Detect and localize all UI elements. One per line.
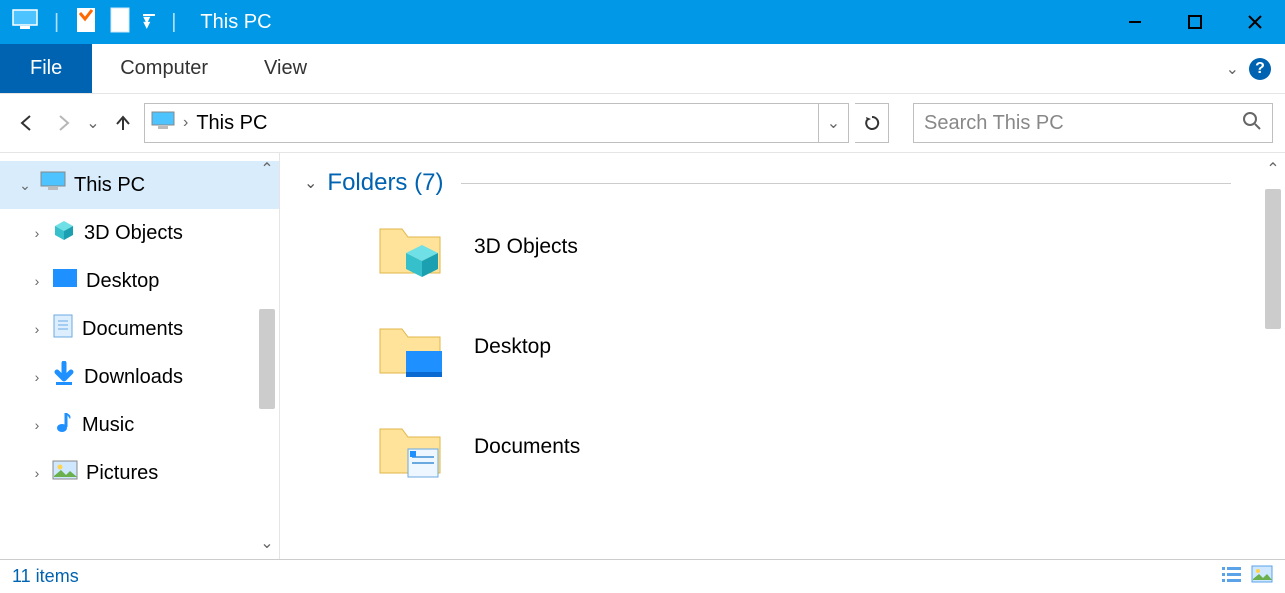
tree-item-desktop[interactable]: › Desktop	[0, 257, 279, 305]
pc-icon	[151, 111, 175, 136]
scroll-thumb[interactable]	[1265, 189, 1281, 329]
group-divider	[461, 183, 1231, 184]
nav-tree: ⌄ This PC › 3D Objects › Desktop › Docum…	[0, 153, 280, 559]
scroll-up-icon[interactable]: ⌃	[260, 159, 273, 179]
address-bar[interactable]: › This PC ⌄	[144, 103, 849, 143]
separator: |	[50, 11, 63, 34]
tree-item-label: Desktop	[86, 270, 159, 293]
tab-view[interactable]: View	[236, 44, 335, 93]
item-count: 11 items	[12, 566, 79, 587]
ribbon-collapse-icon[interactable]: ⌄	[1226, 59, 1239, 79]
folder-item-3d-objects[interactable]: 3D Objects	[304, 197, 1261, 297]
chevron-right-icon[interactable]: ›	[30, 273, 44, 289]
chevron-down-icon[interactable]: ⌄	[304, 173, 317, 193]
folder-label: Documents	[474, 435, 580, 459]
folder-label: Desktop	[474, 335, 551, 359]
thumbnails-view-icon[interactable]	[1251, 565, 1273, 588]
ribbon: File Computer View ⌄ ?	[0, 44, 1285, 94]
window-title: This PC	[192, 11, 271, 34]
minimize-button[interactable]	[1105, 0, 1165, 44]
download-icon	[52, 361, 76, 393]
desktop-icon	[52, 268, 78, 294]
pc-icon	[12, 9, 38, 36]
content-scrollbar[interactable]: ⌃	[1263, 159, 1283, 553]
document-icon	[52, 313, 74, 345]
tree-root-this-pc[interactable]: ⌄ This PC	[0, 161, 279, 209]
tree-item-label: Downloads	[84, 366, 183, 389]
chevron-right-icon[interactable]: ›	[30, 321, 44, 337]
cube-icon	[52, 218, 76, 248]
search-icon[interactable]	[1242, 111, 1262, 136]
details-view-icon[interactable]	[1221, 565, 1243, 588]
group-label: Folders (7)	[327, 169, 443, 197]
status-bar: 11 items	[0, 559, 1285, 593]
address-dropdown-icon[interactable]: ⌄	[818, 104, 848, 142]
tree-item-music[interactable]: › Music	[0, 401, 279, 449]
scroll-thumb[interactable]	[259, 309, 275, 409]
recent-dropdown-icon[interactable]: ⌄	[84, 108, 102, 138]
search-input[interactable]	[924, 112, 1242, 135]
new-file-icon[interactable]	[109, 6, 131, 39]
close-button[interactable]	[1225, 0, 1285, 44]
tree-item-3d-objects[interactable]: › 3D Objects	[0, 209, 279, 257]
scroll-up-icon[interactable]: ⌃	[1266, 159, 1279, 179]
content-pane: ⌄ Folders (7) 3D Objects Desktop Documen…	[280, 153, 1285, 559]
tree-item-label: Music	[82, 414, 134, 437]
help-icon[interactable]: ?	[1249, 58, 1271, 80]
refresh-button[interactable]	[855, 103, 889, 143]
chevron-right-icon[interactable]: ›	[30, 465, 44, 481]
crumb-separator-icon[interactable]: ›	[183, 114, 188, 132]
folder-item-documents[interactable]: Documents	[304, 397, 1261, 497]
pc-icon	[40, 171, 66, 199]
tree-item-downloads[interactable]: › Downloads	[0, 353, 279, 401]
separator: |	[167, 11, 180, 34]
folder-item-desktop[interactable]: Desktop	[304, 297, 1261, 397]
folder-documents-icon	[374, 411, 446, 483]
tree-item-documents[interactable]: › Documents	[0, 305, 279, 353]
nav-row: ⌄ › This PC ⌄	[0, 94, 1285, 152]
tree-item-label: 3D Objects	[84, 222, 183, 245]
breadcrumb[interactable]: This PC	[196, 112, 267, 135]
chevron-down-icon[interactable]: ⌄	[18, 177, 32, 194]
window-controls	[1105, 0, 1285, 44]
music-icon	[52, 409, 74, 441]
tree-scrollbar[interactable]: ⌃ ⌄	[257, 159, 277, 553]
tree-root-label: This PC	[74, 174, 145, 197]
scroll-down-icon[interactable]: ⌄	[260, 533, 273, 553]
group-header-folders[interactable]: ⌄ Folders (7)	[304, 169, 1261, 197]
folder-desktop-icon	[374, 311, 446, 383]
body: ⌄ This PC › 3D Objects › Desktop › Docum…	[0, 152, 1285, 559]
back-button[interactable]	[12, 108, 42, 138]
forward-button[interactable]	[48, 108, 78, 138]
tree-item-label: Documents	[82, 318, 183, 341]
tab-computer[interactable]: Computer	[92, 44, 236, 93]
search-box[interactable]	[913, 103, 1273, 143]
tree-item-pictures[interactable]: › Pictures	[0, 449, 279, 497]
chevron-right-icon[interactable]: ›	[30, 417, 44, 433]
maximize-button[interactable]	[1165, 0, 1225, 44]
tree-item-label: Pictures	[86, 462, 158, 485]
quick-access-toolbar: | ▾▾ | This PC	[0, 6, 272, 39]
qat-dropdown-icon[interactable]: ▾▾	[143, 11, 155, 33]
folder-label: 3D Objects	[474, 235, 578, 259]
properties-icon[interactable]	[75, 7, 97, 38]
chevron-right-icon[interactable]: ›	[30, 225, 44, 241]
up-button[interactable]	[108, 108, 138, 138]
view-switcher	[1221, 565, 1273, 588]
pictures-icon	[52, 460, 78, 486]
folder-3d-icon	[374, 211, 446, 283]
titlebar: | ▾▾ | This PC	[0, 0, 1285, 44]
chevron-right-icon[interactable]: ›	[30, 369, 44, 385]
file-tab[interactable]: File	[0, 44, 92, 93]
